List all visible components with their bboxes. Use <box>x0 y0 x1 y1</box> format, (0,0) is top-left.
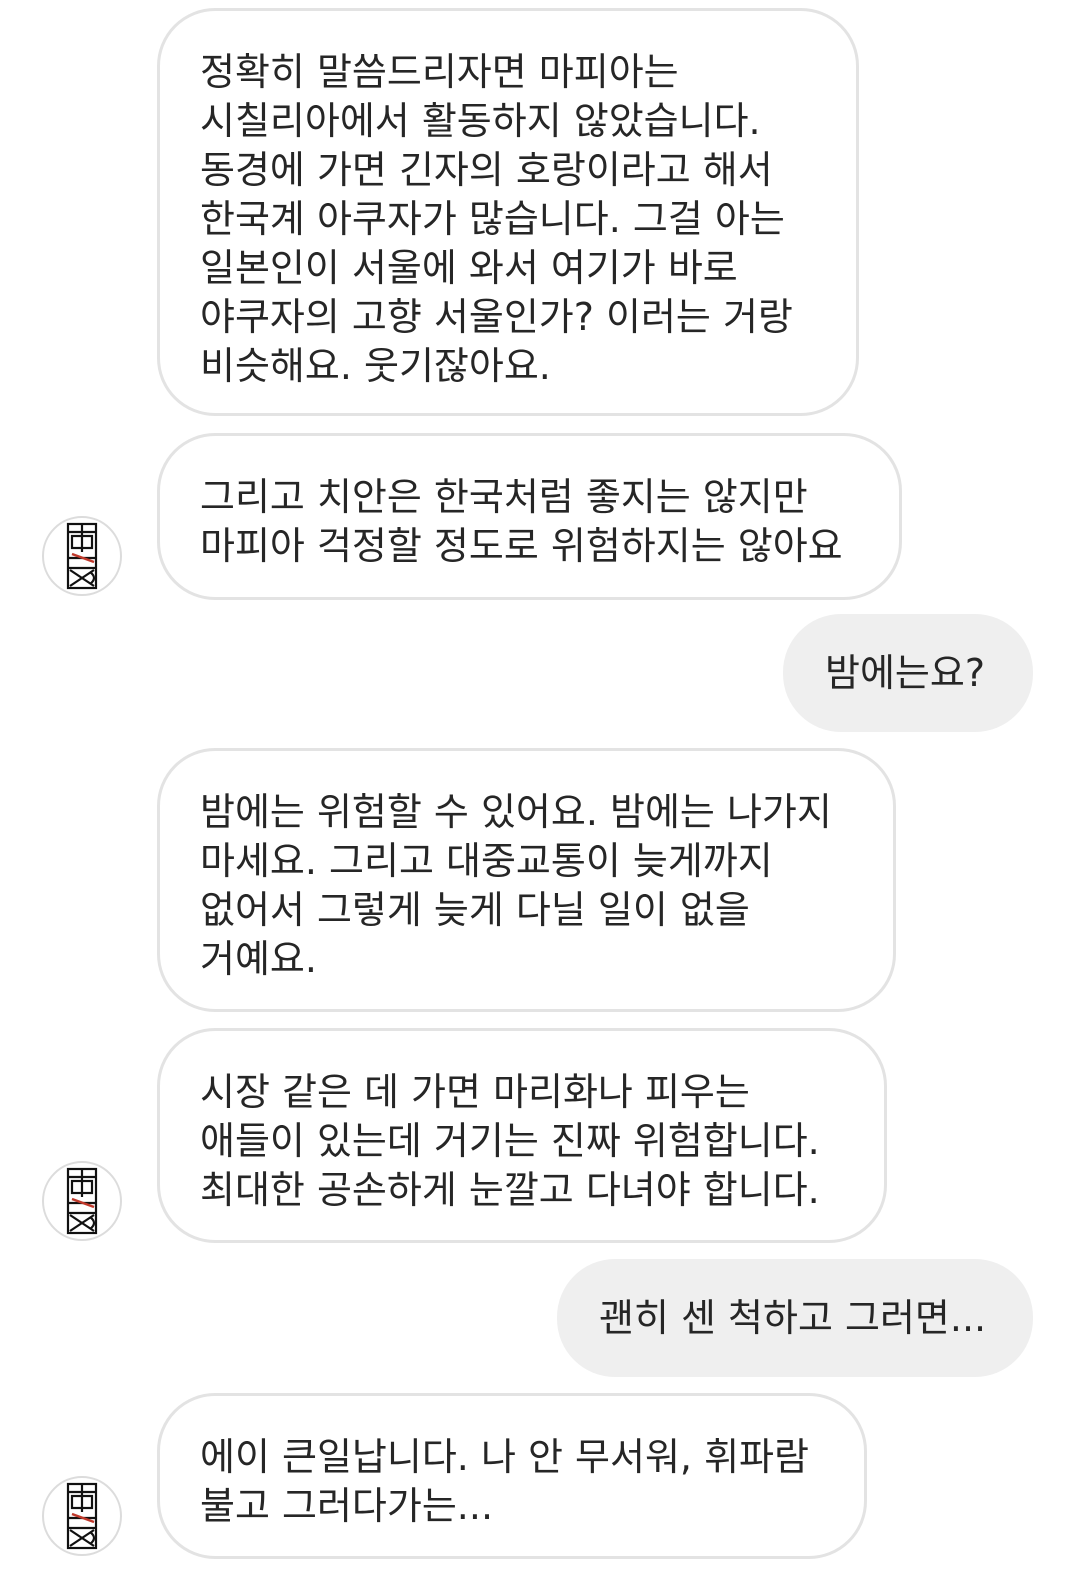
avatar-logo-icon <box>66 1482 98 1550</box>
message-bubble-outgoing[interactable]: 밤에는요? <box>783 614 1033 732</box>
avatar-logo-icon <box>66 1167 98 1235</box>
message-bubble-incoming[interactable]: 그리고 치안은 한국처럼 좋지는 않지만 마피아 걱정할 정도로 위험하지는 않… <box>157 433 902 600</box>
avatar[interactable] <box>42 1476 122 1556</box>
message-bubble-outgoing[interactable]: 괜히 센 척하고 그러면... <box>557 1259 1033 1377</box>
message-bubble-incoming[interactable]: 에이 큰일납니다. 나 안 무서워, 휘파람 불고 그러다가는... <box>157 1393 867 1559</box>
message-bubble-incoming[interactable]: 시장 같은 데 가면 마리화나 피우는 애들이 있는데 거기는 진짜 위험합니다… <box>157 1028 887 1243</box>
message-bubble-incoming[interactable]: 밤에는 위험할 수 있어요. 밤에는 나가지 마세요. 그리고 대중교통이 늦게… <box>157 748 896 1012</box>
avatar[interactable] <box>42 1161 122 1241</box>
avatar-logo-icon <box>66 522 98 590</box>
avatar[interactable] <box>42 516 122 596</box>
message-bubble-incoming[interactable]: 정확히 말씀드리자면 마피아는 시칠리아에서 활동하지 않았습니다. 동경에 가… <box>157 8 859 416</box>
